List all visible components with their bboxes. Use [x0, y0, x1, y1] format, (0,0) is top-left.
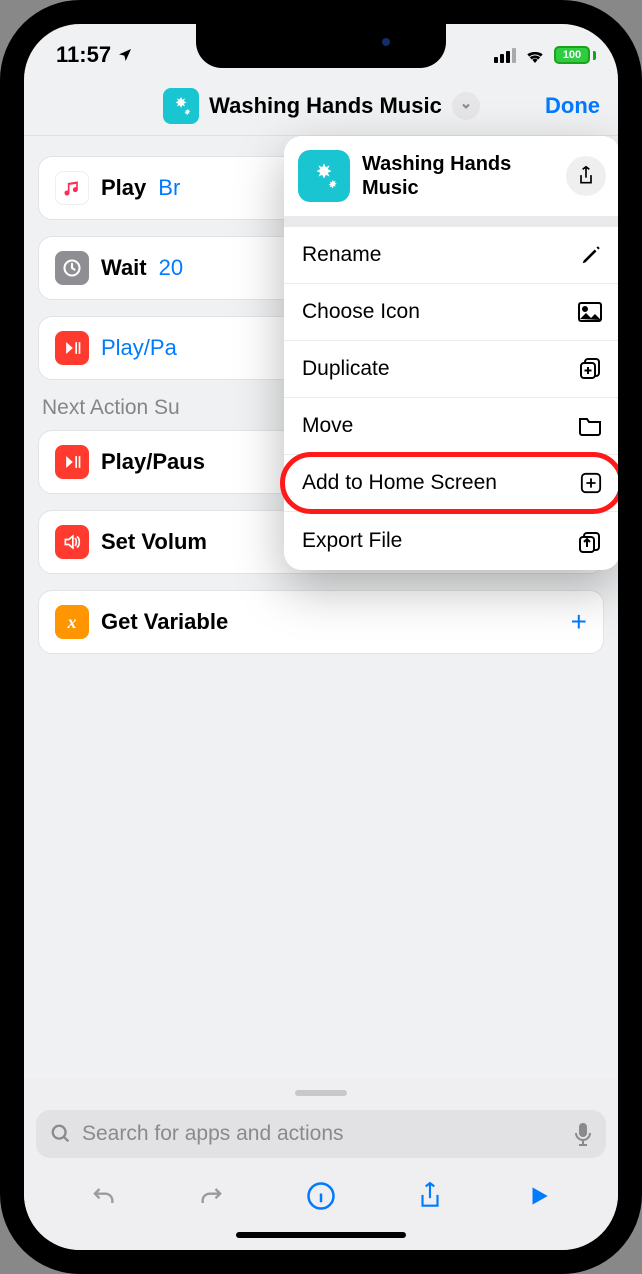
- action-token: 20: [159, 255, 183, 281]
- chevron-down-icon[interactable]: [452, 92, 480, 120]
- bottom-toolbar: [36, 1158, 606, 1226]
- cellular-signal-icon: [494, 48, 516, 63]
- share-icon: [576, 165, 596, 187]
- play-pause-icon: [55, 331, 89, 365]
- suggestion-get-variable[interactable]: x Get Variable +: [38, 590, 604, 654]
- menu-add-home-screen[interactable]: Add to Home Screen: [284, 455, 620, 512]
- pencil-icon: [580, 244, 602, 266]
- music-icon: [55, 171, 89, 205]
- suggestion-label: Play/Paus: [101, 449, 205, 475]
- play-icon: [526, 1183, 552, 1209]
- mic-icon[interactable]: [574, 1122, 592, 1146]
- search-placeholder: Search for apps and actions: [82, 1122, 344, 1146]
- image-icon: [578, 302, 602, 322]
- export-icon: [578, 528, 602, 554]
- menu-move[interactable]: Move: [284, 398, 620, 455]
- device-notch: [196, 24, 446, 68]
- shortcut-title[interactable]: Washing Hands Music: [209, 93, 442, 119]
- redo-icon: [198, 1182, 226, 1210]
- done-button[interactable]: Done: [545, 93, 600, 119]
- editor-header: Washing Hands Music Done: [24, 76, 618, 136]
- undo-button[interactable]: [83, 1176, 123, 1216]
- redo-button[interactable]: [192, 1176, 232, 1216]
- shortcut-options-popup: Washing Hands Music Rename Choose Icon D…: [284, 136, 620, 570]
- menu-rename[interactable]: Rename: [284, 227, 620, 284]
- menu-choose-icon[interactable]: Choose Icon: [284, 284, 620, 341]
- menu-export-file[interactable]: Export File: [284, 512, 620, 570]
- popup-title: Washing Hands Music: [362, 152, 554, 200]
- folder-icon: [578, 416, 602, 436]
- search-icon: [50, 1123, 72, 1145]
- action-label: Play: [101, 175, 146, 201]
- share-button[interactable]: [566, 156, 606, 196]
- add-icon[interactable]: +: [571, 606, 587, 638]
- menu-label: Choose Icon: [302, 300, 420, 324]
- menu-duplicate[interactable]: Duplicate: [284, 341, 620, 398]
- share-button-toolbar[interactable]: [410, 1176, 450, 1216]
- menu-label: Rename: [302, 243, 381, 267]
- suggestion-label: Set Volum: [101, 529, 207, 555]
- variable-icon: x: [55, 605, 89, 639]
- action-label: Wait: [101, 255, 147, 281]
- shortcut-app-icon: [298, 150, 350, 202]
- suggestion-label: Get Variable: [101, 609, 228, 635]
- shortcut-app-icon: [163, 88, 199, 124]
- menu-label: Export File: [302, 529, 402, 553]
- status-time: 11:57: [56, 42, 111, 68]
- plus-app-icon: [580, 472, 602, 494]
- action-token: Br: [158, 175, 180, 201]
- bottom-panel: Search for apps and actions: [24, 1078, 618, 1250]
- battery-icon: 100: [554, 46, 596, 64]
- run-button[interactable]: [519, 1176, 559, 1216]
- share-icon: [417, 1181, 443, 1211]
- menu-label: Duplicate: [302, 357, 390, 381]
- info-icon: [306, 1181, 336, 1211]
- menu-label: Move: [302, 414, 353, 438]
- home-indicator[interactable]: [236, 1232, 406, 1238]
- duplicate-icon: [578, 357, 602, 381]
- info-button[interactable]: [301, 1176, 341, 1216]
- location-icon: [117, 47, 133, 63]
- clock-icon: [55, 251, 89, 285]
- wifi-icon: [524, 47, 546, 63]
- menu-label: Add to Home Screen: [302, 471, 497, 495]
- undo-icon: [89, 1182, 117, 1210]
- play-pause-icon: [55, 445, 89, 479]
- search-input[interactable]: Search for apps and actions: [36, 1110, 606, 1158]
- action-label: Play/Pa: [101, 335, 177, 361]
- volume-icon: [55, 525, 89, 559]
- drag-handle[interactable]: [295, 1090, 347, 1096]
